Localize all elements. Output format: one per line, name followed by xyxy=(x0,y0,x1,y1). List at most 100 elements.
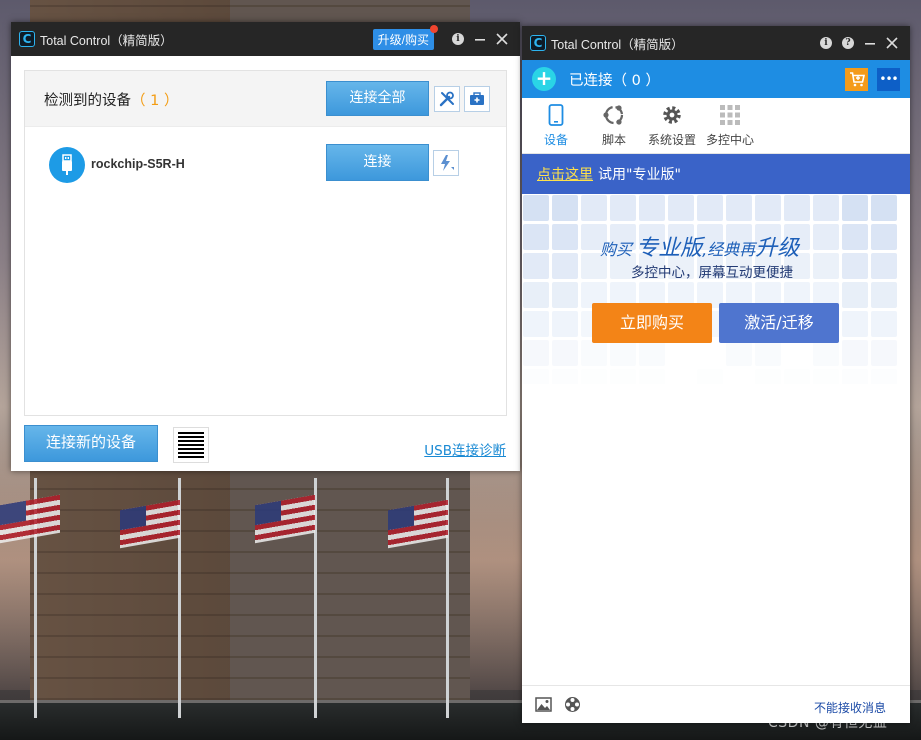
banner-tile xyxy=(871,253,897,279)
banner-tile xyxy=(784,195,810,221)
minimize-button[interactable] xyxy=(470,29,490,49)
banner-tile xyxy=(755,195,781,221)
tools-button[interactable] xyxy=(434,86,460,112)
app-logo-icon: C xyxy=(530,35,546,51)
info-button[interactable]: i xyxy=(816,33,836,53)
script-icon xyxy=(602,104,626,126)
app-logo-icon: C xyxy=(19,31,35,47)
close-button[interactable] xyxy=(492,29,512,49)
banner-tile xyxy=(871,195,897,221)
tab-multi-control[interactable]: 多控中心 xyxy=(702,98,758,153)
help-button[interactable]: ? xyxy=(838,33,858,53)
cannot-receive-messages-link[interactable]: 不能接收消息 xyxy=(814,699,886,716)
banner-tile xyxy=(552,253,578,279)
banner-title-a: 购买 xyxy=(600,240,632,259)
image-icon xyxy=(535,697,552,712)
connection-bar: + 已连接（ 0 ） ••• xyxy=(522,60,910,98)
banner-tile xyxy=(871,311,897,337)
banner-tile xyxy=(871,340,897,366)
info-button[interactable]: i xyxy=(448,29,468,49)
banner-tile xyxy=(842,311,868,337)
banner-tile xyxy=(523,253,549,279)
banner-tile xyxy=(755,369,781,384)
info-icon: i xyxy=(452,33,464,45)
banner-tile xyxy=(552,340,578,366)
toolbox-button[interactable] xyxy=(464,86,490,112)
banner-tile xyxy=(552,369,578,384)
banner-tile xyxy=(813,195,839,221)
minimize-icon xyxy=(474,33,486,45)
film-reel-icon xyxy=(564,696,581,713)
usb-plug-icon xyxy=(59,154,75,176)
upgrade-banner: 购买 专业版,经典再升级 多控中心，屏幕互动更便捷 立即购买 激活/迁移 xyxy=(522,194,910,384)
banner-tile xyxy=(581,195,607,221)
upgrade-purchase-button[interactable]: 升级/购买 xyxy=(373,29,434,50)
banner-tile xyxy=(842,282,868,308)
detected-devices-panel: 检测到的设备（ 1 ） 连接全部 rockchip-S5R-H 连接 xyxy=(24,70,507,416)
device-row: rockchip-S5R-H 连接 xyxy=(25,131,506,195)
cart-icon xyxy=(849,72,865,87)
tab-system-settings[interactable]: 系统设置 xyxy=(644,98,700,153)
panel-title: 检测到的设备（ 1 ） xyxy=(44,89,178,110)
more-button[interactable]: ••• xyxy=(877,68,900,91)
qr-code-icon xyxy=(178,432,204,458)
banner-tile xyxy=(552,282,578,308)
banner-tile xyxy=(813,224,839,250)
connect-new-device-button[interactable]: 连接新的设备 xyxy=(24,425,158,462)
activate-migrate-button[interactable]: 激活/迁移 xyxy=(719,303,839,343)
window-title: Total Control（精简版） xyxy=(40,30,373,49)
promo-text: 试用"专业版" xyxy=(598,164,681,184)
usb-diagnosis-link[interactable]: USB连接诊断 xyxy=(424,439,506,459)
connect-all-button[interactable]: 连接全部 xyxy=(326,81,429,116)
tab-devices[interactable]: 设备 xyxy=(528,98,584,153)
close-button[interactable] xyxy=(882,33,902,53)
banner-tile xyxy=(842,369,868,384)
banner-tile xyxy=(523,311,549,337)
record-button[interactable] xyxy=(564,696,581,713)
banner-tile xyxy=(697,195,723,221)
panel-header: 检测到的设备（ 1 ） 连接全部 xyxy=(25,71,506,127)
banner-tile xyxy=(813,340,839,366)
titlebar[interactable]: C Total Control（精简版） 升级/购买 i xyxy=(11,22,520,56)
banner-tile xyxy=(639,340,665,366)
minimize-button[interactable] xyxy=(860,33,880,53)
banner-tile xyxy=(813,253,839,279)
titlebar[interactable]: C Total Control（精简版） i ? xyxy=(522,26,910,60)
usb-device-icon xyxy=(49,147,85,183)
more-icon: ••• xyxy=(879,72,897,86)
banner-tile xyxy=(610,369,636,384)
tab-label: 设备 xyxy=(544,131,568,148)
panel-title-text: 检测到的设备 xyxy=(44,93,131,109)
banner-tile xyxy=(842,224,868,250)
banner-subtitle: 多控中心，屏幕互动更便捷 xyxy=(631,261,793,281)
wireless-connect-button[interactable] xyxy=(433,150,459,176)
banner-tile xyxy=(610,340,636,366)
device-name: rockchip-S5R-H xyxy=(91,157,185,171)
add-device-button[interactable]: + xyxy=(532,67,556,91)
tab-label: 脚本 xyxy=(602,131,626,148)
tab-label: 多控中心 xyxy=(706,131,754,148)
banner-tile xyxy=(697,369,723,384)
cart-button[interactable] xyxy=(845,68,868,91)
tab-scripts[interactable]: 脚本 xyxy=(586,98,642,153)
device-manager-window: C Total Control（精简版） 升级/购买 i 检测到的设备（ 1 ）… xyxy=(11,22,520,471)
banner-tile xyxy=(552,224,578,250)
banner-title-d: 升级 xyxy=(755,236,799,261)
screenshot-button[interactable] xyxy=(535,697,552,712)
banner-title-c: ,经典再 xyxy=(702,240,755,259)
connect-device-button[interactable]: 连接 xyxy=(326,144,429,181)
promo-link[interactable]: 点击这里 xyxy=(537,164,593,184)
close-icon xyxy=(496,33,508,45)
buy-now-button[interactable]: 立即购买 xyxy=(592,303,712,343)
banner-title-b: 专业版 xyxy=(636,236,702,261)
banner-tile xyxy=(842,253,868,279)
lightning-icon xyxy=(437,154,455,172)
tools-icon xyxy=(439,91,455,107)
tab-bar: 设备 脚本 系统设置 多控中心 xyxy=(522,98,910,154)
grid-icon xyxy=(719,104,741,126)
qr-code-button[interactable] xyxy=(173,427,209,463)
notification-dot-icon xyxy=(430,25,438,33)
banner-tile xyxy=(784,369,810,384)
banner-tile xyxy=(523,369,549,384)
banner-tile xyxy=(842,195,868,221)
